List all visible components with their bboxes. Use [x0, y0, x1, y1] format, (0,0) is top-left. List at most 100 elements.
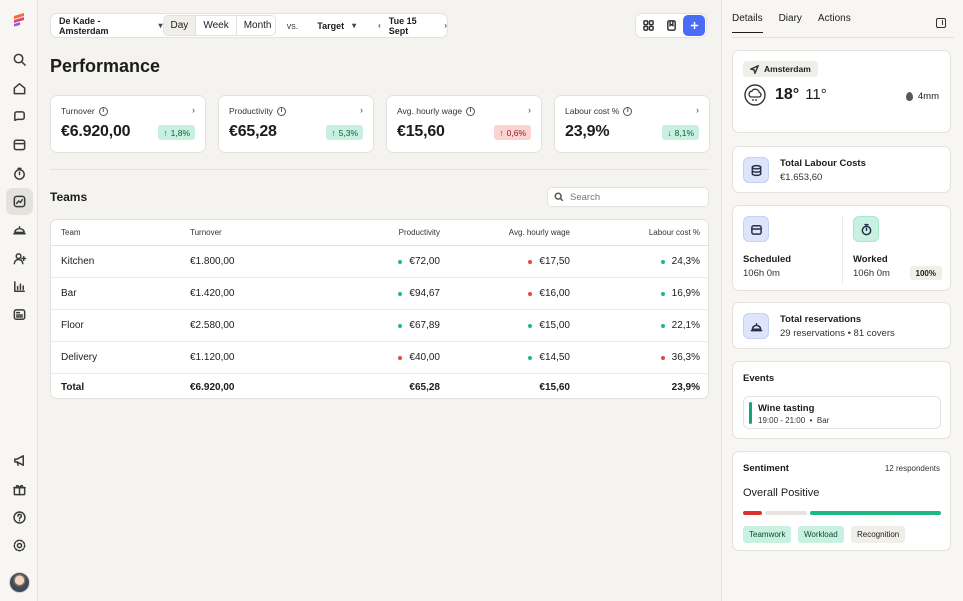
- reservations-title: Total reservations: [780, 314, 862, 325]
- chevron-right-icon[interactable]: ›: [444, 21, 447, 30]
- reservations-icon[interactable]: [6, 216, 33, 243]
- teams-heading: Teams: [50, 190, 88, 204]
- event-place: Bar: [816, 416, 830, 425]
- messages-icon[interactable]: [6, 103, 33, 130]
- announcements-icon[interactable]: [6, 447, 33, 474]
- notebook-icon: [666, 20, 676, 31]
- team-name: Delivery: [61, 352, 98, 363]
- notes-button[interactable]: [660, 15, 682, 36]
- kpi-card-avg-hourly-wage[interactable]: Avg. hourly wage i › €15,60 ↑ 0,6%: [386, 95, 542, 153]
- productivity-value: €67,89: [409, 320, 440, 331]
- kpi-label-row: Productivity i: [229, 106, 286, 116]
- period-month-button[interactable]: Month: [237, 16, 275, 35]
- sentiment-title: Sentiment: [743, 463, 789, 474]
- reports-icon[interactable]: [6, 273, 33, 300]
- table-row[interactable]: Floor €2.580,00 €67,89 €15,00 22,1%: [51, 310, 708, 342]
- date-label[interactable]: Tue 15 Sept: [389, 16, 437, 36]
- search-input[interactable]: [570, 191, 700, 203]
- worked-percent-badge: 100%: [909, 266, 942, 280]
- kpi-card-turnover[interactable]: Turnover i › €6.920,00 ↑ 1,8%: [50, 95, 206, 153]
- kpi-label: Avg. hourly wage: [397, 106, 463, 116]
- total-productivity: €65,28: [409, 381, 440, 393]
- status-dot: [660, 291, 665, 296]
- settings-gear-icon[interactable]: [6, 532, 33, 559]
- kpi-delta-badge: ↑ 0,6%: [494, 125, 531, 140]
- raindrop-icon: [905, 92, 913, 101]
- filter-bar: De Kade - Amsterdam ▾ Day Week Month vs.…: [50, 13, 448, 38]
- user-avatar[interactable]: [9, 572, 30, 593]
- gift-icon[interactable]: [6, 476, 33, 503]
- column-header-productivity[interactable]: Productivity: [399, 220, 440, 245]
- tab-details[interactable]: Details: [732, 13, 763, 33]
- status-dot: [528, 259, 533, 264]
- wage-value: €14,50: [539, 352, 570, 363]
- teams-table: Team Turnover Productivity Avg. hourly w…: [50, 219, 709, 399]
- info-icon[interactable]: i: [623, 106, 633, 116]
- reservations-card[interactable]: Total reservations 29 reservations • 81 …: [732, 302, 951, 349]
- table-row[interactable]: Bar €1.420,00 €94,67 €16,00 16,9%: [51, 278, 708, 310]
- temp-low: 11°: [805, 86, 827, 103]
- sentiment-tag[interactable]: Recognition: [851, 526, 906, 543]
- total-wage: €15,60: [539, 381, 570, 393]
- add-button[interactable]: [683, 15, 705, 36]
- chevron-right-icon: ›: [528, 105, 531, 115]
- wage-cell: €16,00: [528, 278, 570, 309]
- chevron-right-icon: ›: [696, 105, 699, 115]
- column-header-avg-hourly-wage[interactable]: Avg. hourly wage: [509, 220, 570, 245]
- kpi-card-labour-cost[interactable]: Labour cost % i › 23,9% ↓ 8,1%: [554, 95, 710, 153]
- add-employee-icon[interactable]: [6, 245, 33, 272]
- section-divider: [50, 169, 709, 170]
- arrow-up-icon: ↑: [331, 127, 336, 138]
- compare-target-selector[interactable]: Target ▾: [317, 21, 356, 31]
- kpi-card-productivity[interactable]: Productivity i › €65,28 ↑ 5,3%: [218, 95, 374, 153]
- table-row[interactable]: Delivery €1.120,00 €40,00 €14,50 36,3%: [51, 342, 708, 374]
- labour-costs-card[interactable]: Total Labour Costs €1.653,60: [732, 146, 951, 193]
- performance-icon[interactable]: [6, 188, 33, 215]
- calendar-icon[interactable]: [6, 131, 33, 158]
- event-item[interactable]: Wine tasting 19:00 - 21:00 • Bar: [743, 396, 941, 429]
- info-icon[interactable]: i: [466, 106, 476, 116]
- kpi-delta-badge: ↑ 1,8%: [158, 125, 195, 140]
- rainfall: 4mm: [905, 91, 939, 102]
- search-icon[interactable]: [6, 46, 33, 73]
- column-header-labour-cost[interactable]: Labour cost %: [649, 220, 700, 245]
- kpi-delta-value: 0,6%: [506, 127, 526, 138]
- productivity-cell: €40,00: [398, 342, 440, 373]
- table-row[interactable]: Kitchen €1.800,00 €72,00 €17,50 24,3%: [51, 246, 708, 278]
- event-color-bar: [749, 402, 752, 424]
- info-icon[interactable]: i: [98, 106, 108, 116]
- column-header-team[interactable]: Team: [61, 220, 81, 245]
- wage-value: €17,50: [539, 256, 570, 267]
- location-selector[interactable]: De Kade - Amsterdam ▾: [51, 16, 163, 36]
- widgets-button[interactable]: [637, 15, 659, 36]
- compare-target-label: Target: [317, 20, 345, 31]
- tab-diary[interactable]: Diary: [779, 13, 802, 33]
- help-icon[interactable]: [6, 504, 33, 531]
- home-icon[interactable]: [6, 75, 33, 102]
- event-time: 19:00 - 21:00: [758, 416, 806, 425]
- table-total-row: Total €6.920,00 €65,28 €15,60 23,9%: [51, 374, 708, 398]
- period-week-button[interactable]: Week: [196, 16, 237, 35]
- tab-actions[interactable]: Actions: [818, 13, 851, 33]
- kpi-value: 23,9%: [565, 123, 610, 140]
- collapse-panel-icon[interactable]: [936, 18, 946, 28]
- sentiment-tag[interactable]: Teamwork: [743, 526, 792, 543]
- news-icon[interactable]: [6, 301, 33, 328]
- app-logo-icon[interactable]: [11, 11, 27, 27]
- kpi-label: Productivity: [229, 106, 273, 116]
- chevron-left-icon[interactable]: ‹: [378, 21, 381, 30]
- period-day-button[interactable]: Day: [163, 16, 197, 35]
- labour-cell: 36,3%: [660, 342, 700, 373]
- worked-title: Worked: [853, 254, 888, 265]
- left-nav: [0, 0, 38, 601]
- timer-icon[interactable]: [6, 160, 33, 187]
- labour-value: 16,9%: [671, 288, 700, 299]
- scheduled-value: 106h 0m: [743, 268, 780, 279]
- wage-value: €16,00: [539, 288, 570, 299]
- info-icon[interactable]: i: [276, 106, 286, 116]
- column-header-turnover[interactable]: Turnover: [190, 220, 222, 245]
- labour-costs-value: €1.653,60: [780, 172, 823, 183]
- sentiment-tag[interactable]: Workload: [798, 526, 844, 543]
- kpi-delta-badge: ↓ 8,1%: [662, 125, 699, 140]
- hours-card: Scheduled 106h 0m Worked 106h 0m 100%: [732, 205, 951, 291]
